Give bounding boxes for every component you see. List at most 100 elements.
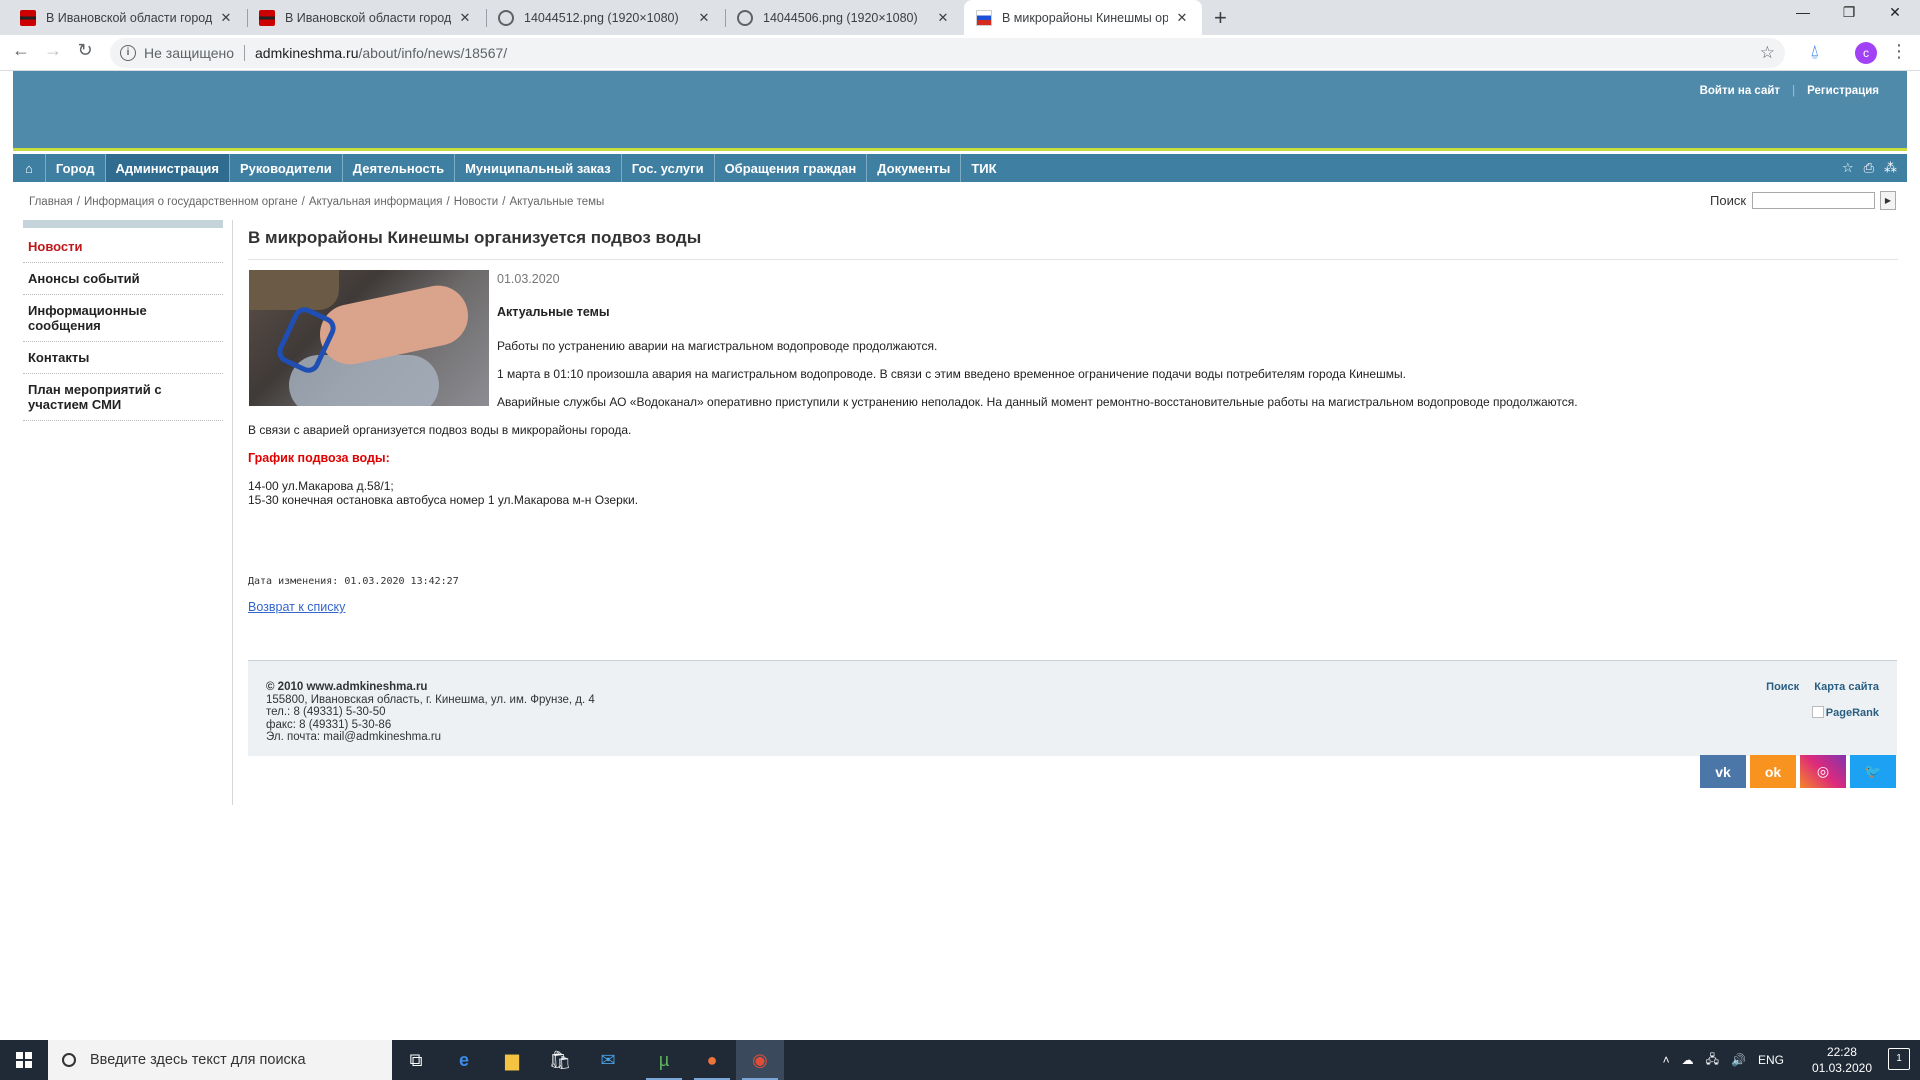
nav-item-gov-services[interactable]: Гос. услуги (622, 154, 715, 182)
odnoklassniki-icon[interactable]: ok (1750, 755, 1796, 788)
browser-tab[interactable]: 14044506.png (1920×1080) ✕ (725, 0, 963, 35)
language-indicator[interactable]: ENG (1758, 1053, 1784, 1067)
profile-avatar[interactable]: c (1855, 42, 1877, 64)
chevron-up-icon[interactable]: ˄ (1663, 1053, 1670, 1067)
pagerank-label: PageRank (1825, 707, 1879, 719)
article-paragraph: Работы по устранению аварии на магистрал… (497, 339, 938, 353)
login-link[interactable]: Войти на сайт (1700, 85, 1780, 97)
nav-item-administration[interactable]: Администрация (105, 154, 230, 182)
edge-icon[interactable]: e (440, 1040, 488, 1080)
breadcrumb-link[interactable]: Информация о государственном органе (84, 196, 298, 208)
vk-icon[interactable]: vk (1700, 755, 1746, 788)
notifications-icon[interactable]: 1 (1888, 1048, 1910, 1070)
close-tab-icon[interactable]: ✕ (696, 10, 712, 26)
browser-tab-strip: В Ивановской области городе К ✕ В Иванов… (0, 0, 1920, 35)
utorrent-icon[interactable]: µ (640, 1040, 688, 1080)
favorites-icon[interactable]: ☆ (1842, 160, 1854, 176)
volume-icon[interactable]: 🔊 (1731, 1053, 1746, 1067)
sidebar-item-contacts[interactable]: Контакты (23, 342, 223, 374)
taskbar-search-box[interactable]: Введите здесь текст для поиска (48, 1040, 392, 1080)
nav-item-citizen-appeals[interactable]: Обращения граждан (715, 154, 868, 182)
nav-item-city[interactable]: Город (46, 154, 106, 182)
site-footer: © 2010 www.admkineshma.ru 155800, Иванов… (248, 660, 1897, 756)
instagram-icon[interactable]: ◎ (1800, 755, 1846, 788)
search-submit-button[interactable]: ▶ (1880, 191, 1896, 210)
close-tab-icon[interactable]: ✕ (1174, 10, 1190, 26)
sidebar-item-announcements[interactable]: Анонсы событий (23, 263, 223, 295)
sidebar-item-news[interactable]: Новости (23, 228, 223, 263)
nav-item-tik[interactable]: ТИК (961, 154, 1006, 182)
article-date: 01.03.2020 (497, 272, 560, 286)
info-icon[interactable]: i (120, 45, 136, 61)
url-domain: admkineshma.ru (255, 45, 359, 61)
breadcrumb-link[interactable]: Актуальная информация (309, 196, 443, 208)
nav-item-municipal-order[interactable]: Муниципальный заказ (455, 154, 622, 182)
browser-toolbar: ← → ↻ i Не защищено admkineshma.ru/about… (0, 35, 1920, 71)
article-paragraph: В связи с аварией организуется подвоз во… (248, 423, 632, 437)
breadcrumb-link[interactable]: Актуальные темы (509, 196, 604, 208)
social-links: vk ok ◎ 🐦 (1700, 755, 1896, 788)
close-tab-icon[interactable]: ✕ (935, 10, 951, 26)
mail-icon[interactable]: ✉ (584, 1040, 632, 1080)
minimize-button[interactable]: — (1780, 4, 1826, 20)
back-arrow-icon[interactable]: ← (8, 40, 34, 61)
globe-icon (498, 9, 514, 26)
app-icon[interactable]: ● (688, 1040, 736, 1080)
file-explorer-icon[interactable]: ▆ (488, 1040, 536, 1080)
breadcrumb-link[interactable]: Главная (29, 196, 73, 208)
nav-item-documents[interactable]: Документы (867, 154, 962, 182)
home-icon[interactable]: ⌂ (13, 154, 46, 182)
close-tab-icon[interactable]: ✕ (218, 10, 234, 26)
back-to-list-link[interactable]: Возврат к списку (248, 600, 345, 614)
address-bar[interactable]: i Не защищено admkineshma.ru/about/info/… (110, 38, 1785, 68)
reload-icon[interactable]: ↻ (72, 40, 98, 61)
new-tab-button[interactable]: + (1214, 5, 1227, 31)
site-search-input[interactable] (1752, 192, 1875, 209)
nav-item-activity[interactable]: Деятельность (343, 154, 456, 182)
footer-address: 155800, Ивановская область, г. Кинешма, … (266, 693, 595, 706)
footer-sitemap-link[interactable]: Карта сайта (1814, 681, 1879, 693)
clock-time: 22:28 (1826, 1045, 1857, 1059)
twitter-icon[interactable]: 🐦 (1850, 755, 1896, 788)
maximize-button[interactable]: ❐ (1826, 4, 1872, 21)
sidebar-item-info-messages[interactable]: Информационные сообщения (23, 295, 223, 342)
forward-arrow-icon[interactable]: → (40, 40, 66, 61)
tab-title: 14044506.png (1920×1080) (763, 10, 918, 25)
bookmark-star-icon[interactable]: ☆ (1760, 43, 1775, 63)
search-placeholder: Введите здесь текст для поиска (90, 1052, 306, 1068)
start-button[interactable] (0, 1040, 48, 1080)
url-path: /about/info/news/18567/ (358, 45, 508, 61)
browser-tab[interactable]: В Ивановской области городе К ✕ (247, 0, 485, 35)
schedule-line: 14-00 ул.Макарова д.58/1; (248, 479, 394, 493)
store-icon[interactable]: 🛍 (536, 1040, 584, 1080)
print-icon[interactable]: ⎙ (1864, 160, 1874, 176)
footer-copyright: © 2010 www.admkineshma.ru (266, 681, 428, 693)
footer-fax: факс: 8 (49331) 5-30-86 (266, 718, 392, 731)
footer-search-link[interactable]: Поиск (1766, 681, 1799, 693)
site-header: Войти на сайт | Регистрация (13, 71, 1907, 151)
browser-tab-active[interactable]: В микрорайоны Кинешмы орга ✕ (964, 0, 1202, 35)
register-link[interactable]: Регистрация (1807, 85, 1879, 97)
pagerank-badge[interactable]: PageRank (1811, 706, 1879, 719)
close-window-button[interactable]: ✕ (1872, 4, 1918, 21)
taskbar-clock[interactable]: 22:28 01.03.2020 (1812, 1044, 1872, 1076)
article-paragraph: 1 марта в 01:10 произошла авария на маги… (497, 367, 1406, 381)
sitemap-icon[interactable]: ⁂ (1884, 160, 1897, 176)
browser-tab[interactable]: 14044512.png (1920×1080) ✕ (486, 0, 724, 35)
browser-menu-icon[interactable]: ⋮ (1890, 41, 1908, 62)
chrome-icon[interactable]: ◉ (736, 1040, 784, 1080)
sidebar-item-media-events[interactable]: План мероприятий с участием СМИ (23, 374, 223, 421)
onedrive-icon[interactable]: ☁ (1682, 1053, 1694, 1067)
close-tab-icon[interactable]: ✕ (457, 10, 473, 26)
extension-icon[interactable]: ⍙ (1810, 43, 1830, 63)
ivanovo-favicon (20, 9, 36, 26)
russia-flag-icon (976, 9, 992, 26)
nav-item-leaders[interactable]: Руководители (230, 154, 343, 182)
tab-title: В Ивановской области городе К (285, 10, 451, 25)
task-view-icon[interactable]: ⧉ (392, 1040, 440, 1080)
browser-tab[interactable]: В Ивановской области городе К ✕ (8, 0, 246, 35)
network-icon[interactable]: 🖧 (1706, 1050, 1719, 1071)
tab-title: В Ивановской области городе К (46, 10, 212, 25)
article-photo (249, 270, 489, 406)
breadcrumb-link[interactable]: Новости (454, 196, 499, 208)
